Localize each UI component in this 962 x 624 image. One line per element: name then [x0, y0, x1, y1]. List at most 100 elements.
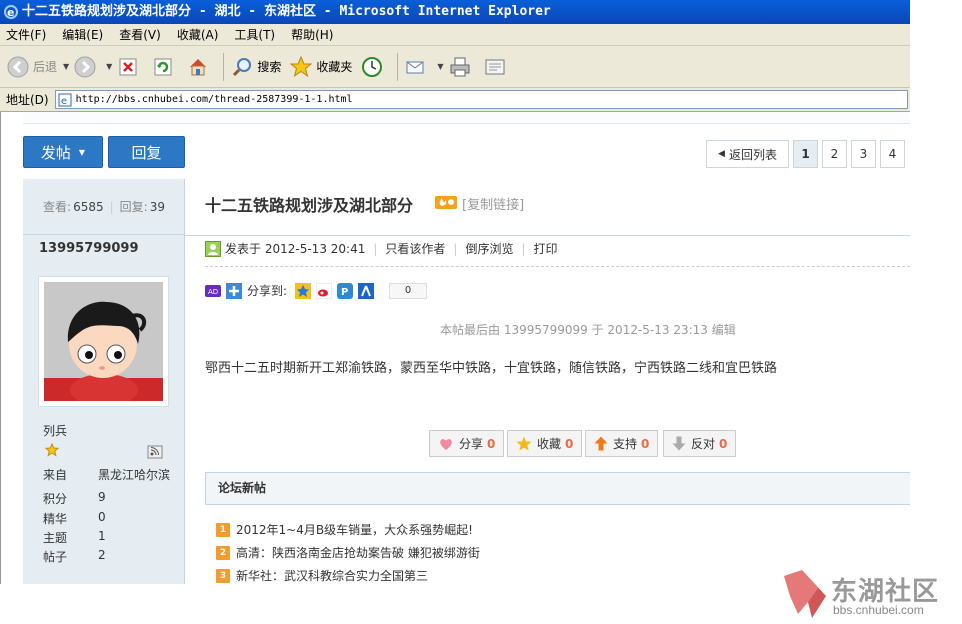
menu-bar: 文件(F) 编辑(E) 查看(V) 收藏(A) 工具(T) 帮助(H)	[0, 24, 910, 46]
home-icon	[186, 55, 210, 79]
favorite-button[interactable]: 收藏 0	[507, 430, 583, 457]
avatar-cartoon-boy-icon	[44, 282, 163, 406]
stats-divider: |	[109, 199, 114, 214]
back-arrow-icon	[6, 55, 30, 79]
new-post-item[interactable]: 2 高清：陕西洛南金店抢劫案告破 嫌犯被绑游街	[216, 544, 480, 561]
share-button[interactable]: 分享 0	[429, 430, 505, 457]
back-button[interactable]: 后退	[6, 55, 57, 79]
star-icon	[516, 436, 532, 451]
profile-key: 积分	[43, 492, 68, 506]
support-button[interactable]: 支持 0	[585, 430, 659, 457]
only-author-link[interactable]: 只看该作者	[385, 240, 445, 257]
author-rank: 列兵	[43, 424, 68, 438]
browser-toolbar: 后退 ▼ ▼ 搜索 收藏夹 ▼	[0, 46, 910, 88]
posted-prefix: 发表于	[225, 242, 262, 256]
favorites-label: 收藏夹	[316, 60, 353, 74]
home-button[interactable]	[186, 55, 213, 79]
refresh-button[interactable]	[151, 55, 178, 79]
svg-text:e: e	[7, 6, 14, 19]
window-title: 十二五铁路规划涉及湖北部分 - 湖北 - 东湖社区 - Microsoft In…	[22, 4, 551, 19]
profile-key: 来自	[43, 468, 68, 482]
toolbar-separator	[223, 52, 225, 81]
rank-badge: 3	[216, 568, 230, 583]
menu-view[interactable]: 查看(V)	[119, 26, 161, 43]
menu-tools[interactable]: 工具(T)	[234, 26, 275, 43]
toolbar-separator	[397, 52, 399, 81]
thumbs-down-arrow-icon	[672, 436, 686, 451]
forward-button[interactable]	[73, 55, 100, 79]
oppose-button-count: 0	[719, 436, 728, 451]
views-label: 查看:	[43, 200, 72, 214]
meta-divider: |	[521, 241, 526, 256]
page-link-4[interactable]: 4	[880, 140, 905, 168]
share-row: AD 分享到: P 0	[205, 282, 428, 299]
subscribe-rss-icon[interactable]	[147, 445, 163, 459]
page-viewport: 发帖 ▼ 回复 ◀ 返回列表 1 2 3 4 查看: 6585 | 回复: 39…	[0, 112, 910, 584]
search-icon	[230, 55, 254, 79]
pengyou-share-icon[interactable]: P	[337, 282, 354, 299]
edit-button[interactable]	[483, 55, 510, 79]
print-link[interactable]: 打印	[534, 240, 558, 257]
post-body: 鄂西十二五时期新开工郑渝铁路，蒙西至华中铁路，十宜铁路，随信铁路，宁西铁路二线和…	[205, 361, 778, 376]
author-name[interactable]: 13995799099	[39, 241, 139, 256]
menu-help[interactable]: 帮助(H)	[291, 26, 333, 43]
printer-icon	[448, 55, 472, 79]
address-input[interactable]: e http://bbs.cnhubei.com/thread-2587399-…	[54, 90, 908, 109]
profile-row-digest: 精华 0	[43, 510, 183, 527]
qzone-share-icon[interactable]	[295, 282, 312, 299]
mail-button[interactable]	[404, 55, 431, 79]
ad-badge-icon[interactable]: AD	[205, 283, 221, 299]
new-post-item[interactable]: 3 新华社：武汉科教综合实力全国第三	[216, 567, 428, 584]
right-margin	[910, 0, 962, 624]
replies-count: 39	[149, 199, 165, 214]
cut-off-header-strip	[23, 112, 910, 124]
forward-dropdown-icon[interactable]: ▼	[106, 62, 112, 71]
stop-button[interactable]	[116, 55, 143, 79]
new-post-title: 2012年1~4月B级车销量，大众系强势崛起!	[236, 523, 473, 537]
share-count: 0	[389, 282, 428, 299]
back-to-list-label: 返回列表	[728, 147, 777, 162]
menu-edit[interactable]: 编辑(E)	[62, 26, 103, 43]
copy-link-button[interactable]: [复制链接]	[462, 194, 524, 213]
replies-label: 回复:	[119, 200, 148, 214]
rank-badge: 2	[216, 545, 230, 560]
favorites-button[interactable]: 收藏夹	[289, 55, 352, 79]
back-dropdown-icon[interactable]: ▼	[63, 62, 69, 71]
profile-key: 主题	[43, 531, 68, 545]
page-link-3[interactable]: 3	[851, 140, 876, 168]
views-count: 6585	[73, 199, 104, 214]
menu-file[interactable]: 文件(F)	[6, 26, 46, 43]
hot-thread-icon	[435, 196, 457, 209]
reverse-browse-link[interactable]: 倒序浏览	[465, 240, 513, 257]
oppose-button[interactable]: 反对 0	[663, 430, 737, 457]
search-button[interactable]: 搜索	[230, 55, 281, 79]
post-meta: 发表于 2012-5-13 20:41 | 只看该作者 | 倒序浏览 | 打印	[205, 240, 558, 257]
favorite-button-label: 收藏	[537, 437, 562, 451]
page-link-2[interactable]: 2	[822, 140, 847, 168]
back-to-list-button[interactable]: ◀ 返回列表	[706, 140, 789, 168]
svg-text:P: P	[341, 287, 348, 298]
svg-text:AD: AD	[208, 288, 218, 296]
history-button[interactable]	[360, 55, 387, 79]
mail-dropdown-icon[interactable]: ▼	[437, 62, 443, 71]
share-plus-icon[interactable]	[226, 282, 242, 299]
address-url: http://bbs.cnhubei.com/thread-2587399-1-…	[75, 94, 353, 105]
new-post-item[interactable]: 1 2012年1~4月B级车销量，大众系强势崛起!	[216, 521, 473, 538]
address-bar: 地址(D) e http://bbs.cnhubei.com/thread-25…	[0, 88, 910, 112]
avatar[interactable]	[38, 276, 169, 407]
menu-favorites[interactable]: 收藏(A)	[177, 26, 219, 43]
page-icon: e	[58, 93, 72, 107]
history-icon	[360, 55, 384, 79]
meta-divider: |	[453, 241, 458, 256]
profile-value: 9	[98, 490, 106, 504]
print-button[interactable]	[448, 55, 475, 79]
profile-row-posts: 帖子 2	[43, 548, 183, 565]
refresh-icon	[151, 55, 175, 79]
favorites-star-icon	[289, 55, 313, 79]
renren-share-icon[interactable]	[358, 282, 375, 299]
weibo-share-icon[interactable]	[316, 282, 333, 299]
stop-icon	[116, 55, 140, 79]
window-titlebar[interactable]: e 十二五铁路规划涉及湖北部分 - 湖北 - 东湖社区 - Microsoft …	[0, 0, 910, 24]
page-link-1[interactable]: 1	[793, 140, 818, 168]
author-online-icon	[205, 240, 221, 257]
